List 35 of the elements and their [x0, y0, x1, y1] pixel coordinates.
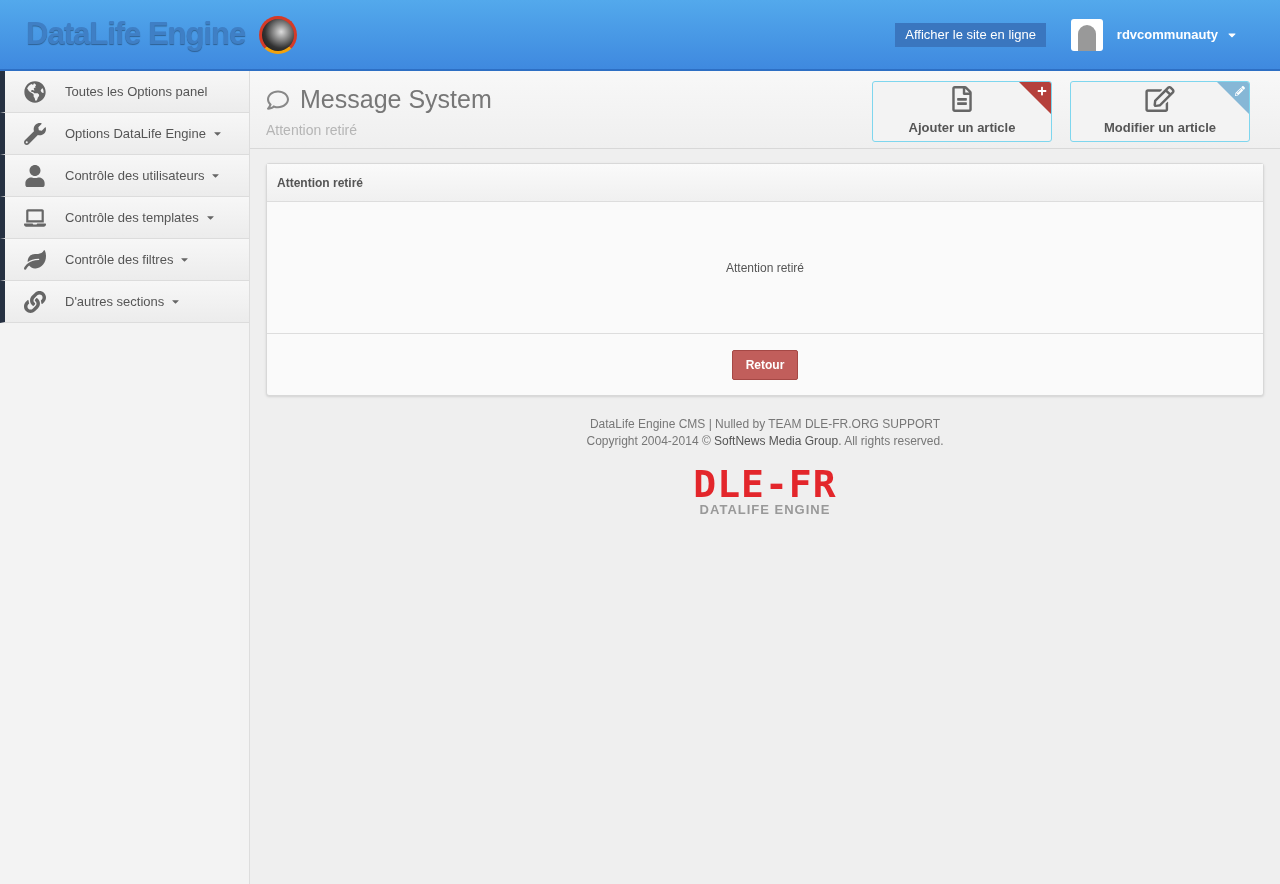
edit-icon — [1144, 85, 1176, 112]
footer-logo-title: DLE-FR — [693, 465, 837, 503]
speech-bubble-icon — [266, 88, 290, 111]
sidebar-item[interactable]: D'autres sections — [0, 281, 249, 323]
sidebar-item[interactable]: Contrôle des templates — [0, 197, 249, 239]
view-site-button[interactable]: Afficher le site en ligne — [895, 22, 1046, 47]
sidebar-item[interactable]: Contrôle des utilisateurs — [0, 155, 249, 197]
user-icon — [24, 164, 46, 187]
action-button[interactable]: Modifier un article — [1070, 81, 1250, 142]
sidebar-label: Contrôle des templates — [65, 208, 199, 227]
copyright-text: Copyright 2004-2014 © SoftNews Media Group. All rights reserved. — [586, 433, 944, 450]
sidebar-item[interactable]: Options DataLife Engine — [0, 113, 249, 155]
footer-logo-subtitle: DATALIFE ENGINE — [699, 503, 831, 517]
sidebar-label: Toutes les Options panel — [65, 82, 208, 101]
logo-emblem-icon — [259, 15, 298, 54]
user-avatar[interactable] — [1070, 18, 1103, 51]
footer-text: DataLife Engine CMS | Nulled by TEAM DLE-FR.ORG SUPPORT — [589, 416, 941, 433]
back-button[interactable]: Retour — [731, 349, 799, 380]
sidebar-label: Contrôle des utilisateurs — [65, 166, 205, 185]
sidebar-item[interactable]: Toutes les Options panel — [0, 71, 249, 113]
sidebar-label: Options DataLife Engine — [65, 124, 206, 143]
wrench-icon — [24, 122, 46, 145]
page-title: Message System — [300, 84, 492, 115]
sidebar-label: D'autres sections — [65, 292, 165, 311]
sidebar-item[interactable]: Contrôle des filtres — [0, 239, 249, 281]
chain-link-icon — [24, 290, 46, 313]
panel-message: Attention retiré — [725, 259, 804, 277]
sidebar-label: Contrôle des filtres — [65, 250, 174, 269]
leaf-icon — [24, 248, 46, 271]
panel-title: Attention retiré — [267, 164, 1263, 202]
page-subtitle: Attention retiré — [266, 120, 359, 140]
globe-icon — [24, 80, 46, 103]
action-button[interactable]: Ajouter un article — [872, 81, 1052, 142]
laptop-icon — [24, 206, 46, 229]
document-icon — [951, 85, 973, 112]
